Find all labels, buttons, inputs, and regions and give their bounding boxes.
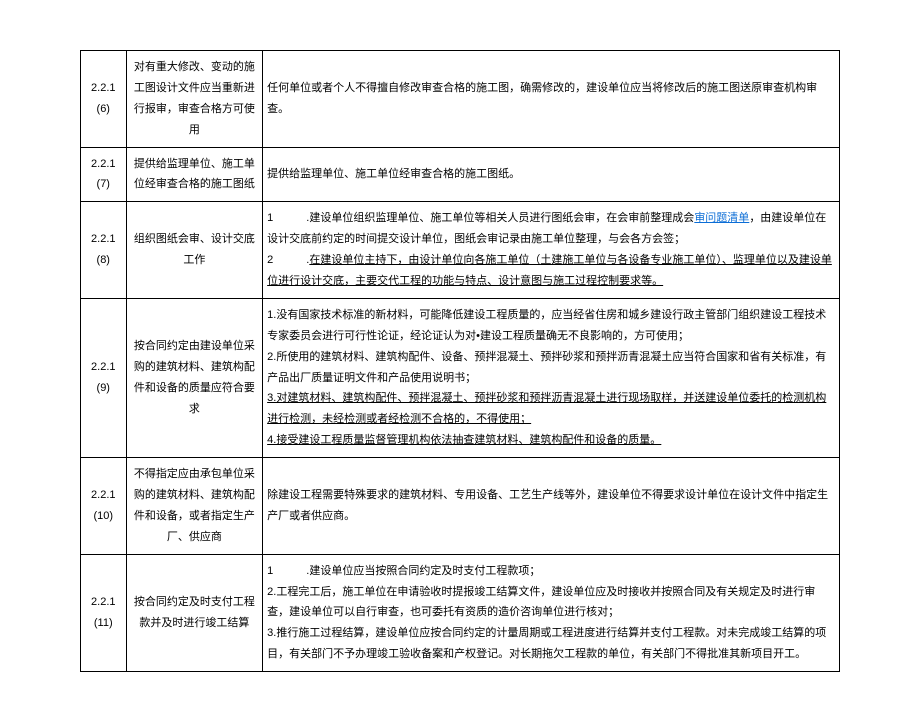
row-content: 除建设工程需要特殊要求的建筑材料、专用设备、工艺生产线等外，建设单位不得要求设计… xyxy=(263,458,840,555)
row-id-sub: (10) xyxy=(85,506,122,527)
table-row: 2.2.1(10)不得指定应由承包单位采购的建筑材料、建筑构配件和设备，或者指定… xyxy=(81,458,840,555)
row-title: 提供给监理单位、施工单位经审查合格的施工图纸 xyxy=(126,147,263,202)
row-id-section: 2.2.1 xyxy=(85,78,122,99)
row-id: 2.2.1(9) xyxy=(81,298,127,457)
row-id-section: 2.2.1 xyxy=(85,229,122,250)
row-id: 2.2.1(8) xyxy=(81,202,127,299)
row-content: 1 .建设单位组织监理单位、施工单位等相关人员进行图纸会审，在会审前整理成会审问… xyxy=(263,202,840,299)
row-id: 2.2.1(11) xyxy=(81,554,127,671)
content-line: 2 .在建设单位主持下，由设计单位向各施工单位（土建施工单位与各设备专业施工单位… xyxy=(267,250,835,292)
content-line: 1.没有国家技术标准的新材料，可能降低建设工程质量的，应当经省住房和城乡建设行政… xyxy=(267,305,835,347)
row-id-sub: (6) xyxy=(85,99,122,120)
content-text: 2.工程完工后，施工单位在申请验收时提报竣工结算文件，建设单位应及时接收并按照合… xyxy=(267,586,815,619)
row-id: 2.2.1(6) xyxy=(81,51,127,148)
content-text: 2 . xyxy=(267,254,309,266)
table-row: 2.2.1(9)按合同约定由建设单位采购的建筑材料、建筑构配件和设备的质量应符合… xyxy=(81,298,840,457)
content-underline: 在建设单位主持下，由设计单位向各施工单位（土建施工单位与各设备专业施工单位）、监… xyxy=(267,254,832,287)
row-id-section: 2.2.1 xyxy=(85,154,122,175)
table-row: 2.2.1(11)按合同约定及时支付工程款并及时进行竣工结算1 .建设单位应当按… xyxy=(81,554,840,671)
content-line: 1 .建设单位应当按照合同约定及时支付工程款项； xyxy=(267,561,835,582)
content-text: 2.所使用的建筑材料、建筑构配件、设备、预拌混凝土、预拌砂浆和预拌沥青混凝土应当… xyxy=(267,351,826,384)
row-title: 不得指定应由承包单位采购的建筑材料、建筑构配件和设备，或者指定生产厂、供应商 xyxy=(126,458,263,555)
table-row: 2.2.1(7)提供给监理单位、施工单位经审查合格的施工图纸提供给监理单位、施工… xyxy=(81,147,840,202)
content-line: 3.对建筑材料、建筑构配件、预拌混凝土、预拌砂浆和预拌沥青混凝土进行现场取样，并… xyxy=(267,388,835,430)
row-content: 1.没有国家技术标准的新材料，可能降低建设工程质量的，应当经省住房和城乡建设行政… xyxy=(263,298,840,457)
row-id-section: 2.2.1 xyxy=(85,485,122,506)
table-row: 2.2.1(8)组织图纸会审、设计交底工作1 .建设单位组织监理单位、施工单位等… xyxy=(81,202,840,299)
row-title: 按合同约定及时支付工程款并及时进行竣工结算 xyxy=(126,554,263,671)
content-link[interactable]: 审问题清单 xyxy=(694,212,749,224)
row-content: 1 .建设单位应当按照合同约定及时支付工程款项； 2.工程完工后，施工单位在申请验… xyxy=(263,554,840,671)
row-id: 2.2.1(10) xyxy=(81,458,127,555)
content-text: 1.没有国家技术标准的新材料，可能降低建设工程质量的，应当经省住房和城乡建设行政… xyxy=(267,309,826,342)
row-id-section: 2.2.1 xyxy=(85,357,122,378)
content-line: 1 .建设单位组织监理单位、施工单位等相关人员进行图纸会审，在会审前整理成会审问… xyxy=(267,208,835,250)
content-line: 2.所使用的建筑材料、建筑构配件、设备、预拌混凝土、预拌砂浆和预拌沥青混凝土应当… xyxy=(267,347,835,389)
table-row: 2.2.1(6)对有重大修改、变动的施工图设计文件应当重新进行报审，审查合格方可… xyxy=(81,51,840,148)
content-line: 2.工程完工后，施工单位在申请验收时提报竣工结算文件，建设单位应及时接收并按照合… xyxy=(267,582,835,624)
row-id-sub: (8) xyxy=(85,250,122,271)
row-title: 按合同约定由建设单位采购的建筑材料、建筑构配件和设备的质量应符合要求 xyxy=(126,298,263,457)
row-title: 组织图纸会审、设计交底工作 xyxy=(126,202,263,299)
regulation-table: 2.2.1(6)对有重大修改、变动的施工图设计文件应当重新进行报审，审查合格方可… xyxy=(80,50,840,672)
content-text: 1 .建设单位组织监理单位、施工单位等相关人员进行图纸会审，在会审前整理成会 xyxy=(267,212,694,224)
content-text: 3.推行施工过程结算，建设单位应按合同约定的计量周期或工程进度进行结算并支付工程… xyxy=(267,627,826,660)
content-line: 4.接受建设工程质量监督管理机构依法抽查建筑材料、建筑构配件和设备的质量。 xyxy=(267,430,835,451)
row-id-sub: (11) xyxy=(85,613,122,634)
row-content: 提供给监理单位、施工单位经审查合格的施工图纸。 xyxy=(263,147,840,202)
row-id-sub: (9) xyxy=(85,378,122,399)
row-content: 任何单位或者个人不得擅自修改审查合格的施工图，确需修改的，建设单位应当将修改后的… xyxy=(263,51,840,148)
row-id: 2.2.1(7) xyxy=(81,147,127,202)
row-id-section: 2.2.1 xyxy=(85,592,122,613)
content-underline: 4.接受建设工程质量监督管理机构依法抽查建筑材料、建筑构配件和设备的质量。 xyxy=(267,434,661,446)
row-id-sub: (7) xyxy=(85,174,122,195)
content-text: 1 .建设单位应当按照合同约定及时支付工程款项； xyxy=(267,565,540,577)
content-line: 3.推行施工过程结算，建设单位应按合同约定的计量周期或工程进度进行结算并支付工程… xyxy=(267,623,835,665)
content-underline: 3.对建筑材料、建筑构配件、预拌混凝土、预拌砂浆和预拌沥青混凝土进行现场取样，并… xyxy=(267,392,826,425)
row-title: 对有重大修改、变动的施工图设计文件应当重新进行报审，审查合格方可使用 xyxy=(126,51,263,148)
